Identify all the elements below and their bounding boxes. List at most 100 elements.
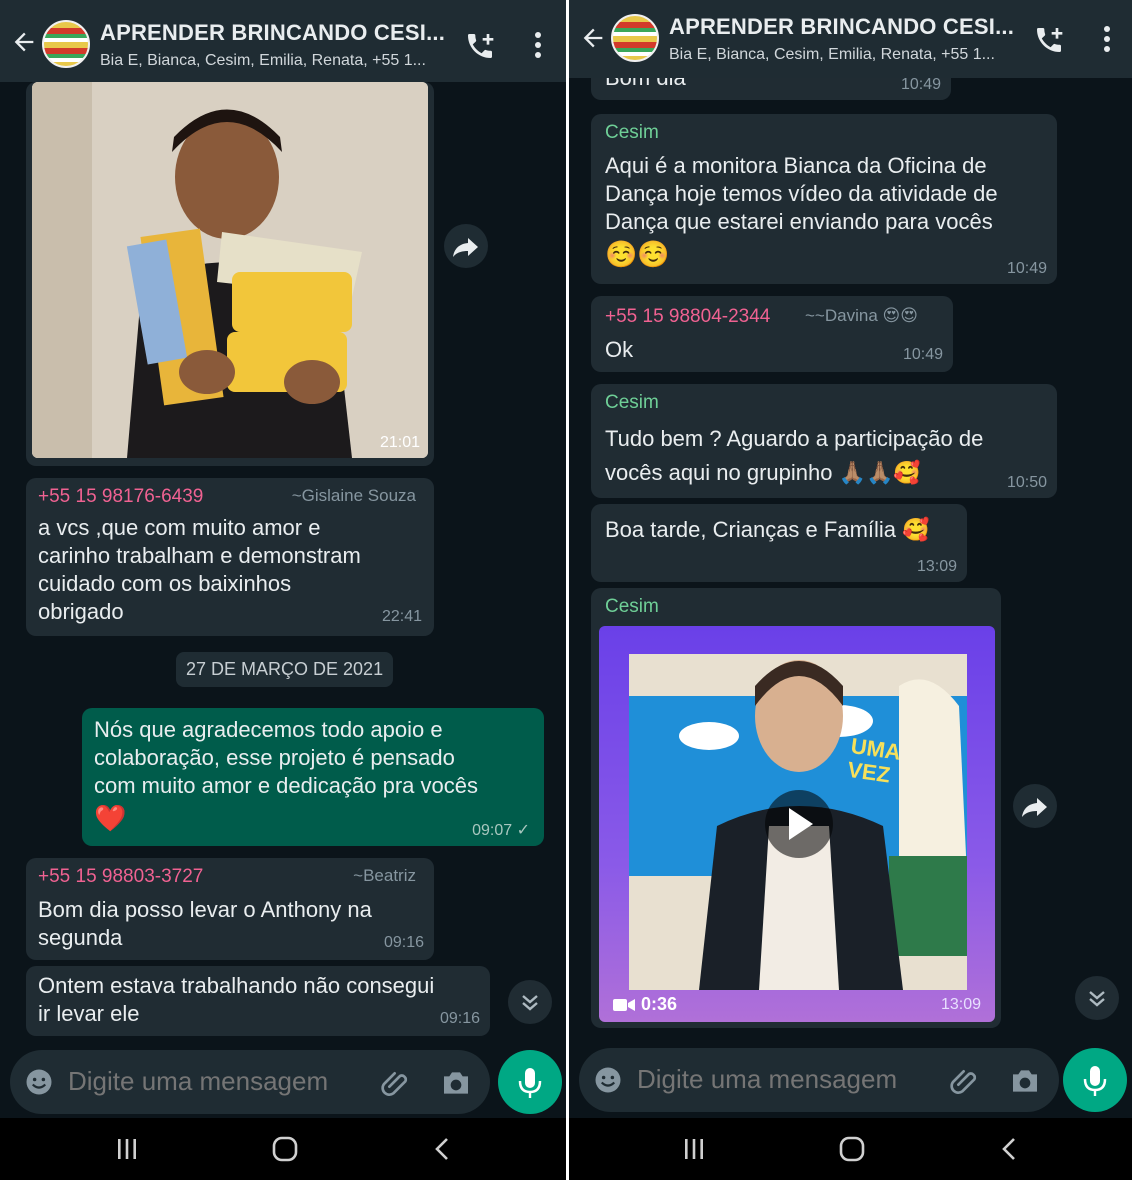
photo-time: 21:01 xyxy=(379,434,420,451)
message-partial[interactable]: Bom dia 10:49 xyxy=(591,76,951,100)
forward-button[interactable] xyxy=(1013,784,1057,828)
photo-illustration xyxy=(32,82,428,458)
message-time: 10:50 xyxy=(1006,474,1047,491)
camera-icon[interactable] xyxy=(1009,1066,1041,1096)
home-icon[interactable] xyxy=(270,1134,300,1164)
video-duration: 0:36 xyxy=(641,994,678,1014)
attachment-icon[interactable] xyxy=(949,1066,981,1098)
message-line: Bom dia posso levar o Anthony na xyxy=(38,897,372,922)
emoji-icon[interactable] xyxy=(24,1067,54,1097)
video-message[interactable]: Cesim UMA VEZ 0:36 13:09 xyxy=(591,588,1001,1028)
group-avatar[interactable] xyxy=(42,20,90,68)
forward-button[interactable] xyxy=(444,224,488,268)
message-composer[interactable] xyxy=(579,1048,1059,1112)
heart-emoji: ❤️ xyxy=(94,803,127,833)
video-frame-illustration xyxy=(629,654,967,990)
message-line: carinho trabalham e demonstram xyxy=(38,543,361,568)
sender-name[interactable]: Cesim xyxy=(605,122,659,144)
message-beatriz[interactable]: +55 15 98803-3727 ~Beatriz Bom dia posso… xyxy=(26,858,434,960)
message-input[interactable] xyxy=(68,1066,358,1097)
system-navigation-bar xyxy=(0,1118,566,1180)
message-cesim-1[interactable]: Cesim Aqui é a monitora Bianca da Oficin… xyxy=(591,114,1057,284)
image-message[interactable]: 21:01 xyxy=(26,82,434,466)
message-list[interactable]: Bom dia 10:49 Cesim Aqui é a monitora Bi… xyxy=(569,76,1132,1036)
message-line: a vcs ,que com muito amor e xyxy=(38,515,321,540)
sender-phone[interactable]: +55 15 98804-2344 xyxy=(605,306,770,328)
group-members[interactable]: Bia E, Bianca, Cesim, Emilia, Renata, +5… xyxy=(100,52,426,70)
message-line: cuidado com os baixinhos xyxy=(38,571,292,596)
message-text: Ok xyxy=(605,337,634,362)
message-input[interactable] xyxy=(637,1064,927,1095)
voice-record-button[interactable] xyxy=(1063,1048,1127,1112)
group-members[interactable]: Bia E, Bianca, Cesim, Emilia, Renata, +5… xyxy=(669,46,995,64)
message-text: Aqui é a monitora Bianca da Oficina de D… xyxy=(605,152,998,268)
message-line: Aqui é a monitora Bianca da Oficina de xyxy=(605,153,987,178)
chat-header: APRENDER BRINCANDO CESI... Bia E, Bianca… xyxy=(569,0,1132,76)
recent-apps-icon[interactable] xyxy=(112,1134,142,1164)
sender-phone[interactable]: +55 15 98803-3727 xyxy=(38,866,203,888)
group-avatar[interactable] xyxy=(611,14,659,62)
back-arrow-icon[interactable] xyxy=(579,24,607,52)
group-title[interactable]: APRENDER BRINCANDO CESI... xyxy=(669,14,1014,40)
message-text: Tudo bem ? Aguardo a participação de voc… xyxy=(605,422,983,490)
sender-name: ~Gislaine Souza xyxy=(291,486,416,505)
back-nav-icon[interactable] xyxy=(995,1134,1025,1164)
sender-name: ~~Davina 😍😍 xyxy=(805,306,918,325)
video-camera-icon xyxy=(613,999,635,1011)
message-time: 09:07 ✓ xyxy=(472,822,530,839)
voice-record-button[interactable] xyxy=(498,1050,562,1114)
camera-icon[interactable] xyxy=(440,1068,472,1098)
message-line: Tudo bem ? Aguardo a participação de xyxy=(605,426,984,451)
message-davina[interactable]: +55 15 98804-2344 ~~Davina 😍😍 Ok 10:49 xyxy=(591,296,953,372)
add-call-icon[interactable] xyxy=(1033,24,1065,56)
message-followup[interactable]: Ontem estava trabalhando não consegui ir… xyxy=(26,966,490,1036)
child-photo[interactable] xyxy=(32,82,428,458)
microphone-icon xyxy=(1083,1066,1107,1096)
video-thumbnail[interactable]: UMA VEZ 0:36 13:09 xyxy=(599,626,995,1022)
forward-icon xyxy=(1022,798,1047,817)
back-arrow-icon[interactable] xyxy=(10,28,38,56)
scroll-to-bottom-button[interactable] xyxy=(1075,976,1119,1020)
sender-name[interactable]: Cesim xyxy=(605,392,659,414)
sender-phone[interactable]: +55 15 98176-6439 xyxy=(38,486,203,508)
right-chat-screen: APRENDER BRINCANDO CESI... Bia E, Bianca… xyxy=(566,0,1132,1180)
message-time: 13:09 xyxy=(916,558,957,575)
sender-name: ~Beatriz xyxy=(353,866,416,885)
more-options-icon[interactable] xyxy=(532,30,544,60)
outgoing-message[interactable]: Nós que agradecemos todo apoio e colabor… xyxy=(82,708,544,846)
message-line: vocês aqui no grupinho 🙏🏽🙏🏽🥰 xyxy=(605,460,921,485)
message-cesim-2[interactable]: Cesim Tudo bem ? Aguardo a participação … xyxy=(591,384,1057,498)
chat-header: APRENDER BRINCANDO CESI... Bia E, Bianca… xyxy=(0,0,566,82)
message-cesim-3[interactable]: Boa tarde, Crianças e Família 🥰 13:09 xyxy=(591,504,967,582)
more-options-icon[interactable] xyxy=(1101,24,1113,54)
back-nav-icon[interactable] xyxy=(428,1134,458,1164)
sender-name[interactable]: Cesim xyxy=(605,596,659,618)
message-line: Nós que agradecemos todo apoio e xyxy=(94,717,443,742)
scroll-to-bottom-button[interactable] xyxy=(508,980,552,1024)
banner-text: UMA VEZ xyxy=(845,733,902,788)
home-icon[interactable] xyxy=(837,1134,867,1164)
message-composer[interactable] xyxy=(10,1050,490,1114)
message-time: 10:49 xyxy=(900,76,941,93)
smile-emoji: ☺️☺️ xyxy=(605,239,670,269)
message-text: Bom dia posso levar o Anthony na segunda xyxy=(38,896,372,952)
message-time: 13:09 xyxy=(940,996,981,1013)
add-call-icon[interactable] xyxy=(464,30,496,62)
recent-apps-icon[interactable] xyxy=(679,1134,709,1164)
message-time: 09:16 xyxy=(439,1010,480,1027)
message-time: 22:41 xyxy=(381,608,422,625)
message-line: Ontem estava trabalhando não consegui xyxy=(38,973,435,998)
attachment-icon[interactable] xyxy=(380,1068,412,1100)
message-gislaine[interactable]: +55 15 98176-6439 ~Gislaine Souza a vcs … xyxy=(26,478,434,636)
message-line: Dança que estarei enviando para vocês xyxy=(605,209,993,234)
message-text: Ontem estava trabalhando não consegui ir… xyxy=(38,972,434,1028)
message-time: 10:49 xyxy=(1006,260,1047,277)
message-text: Nós que agradecemos todo apoio e colabor… xyxy=(94,716,478,832)
microphone-icon xyxy=(518,1068,542,1098)
forward-icon xyxy=(453,238,478,257)
message-line: com muito amor e dedicação pra vocês xyxy=(94,773,478,798)
group-title[interactable]: APRENDER BRINCANDO CESI... xyxy=(100,20,445,46)
emoji-icon[interactable] xyxy=(593,1065,623,1095)
message-text: a vcs ,que com muito amor e carinho trab… xyxy=(38,514,361,626)
message-list[interactable]: 21:01 +55 15 98176-6439 ~Gislaine Souza … xyxy=(0,82,566,1042)
